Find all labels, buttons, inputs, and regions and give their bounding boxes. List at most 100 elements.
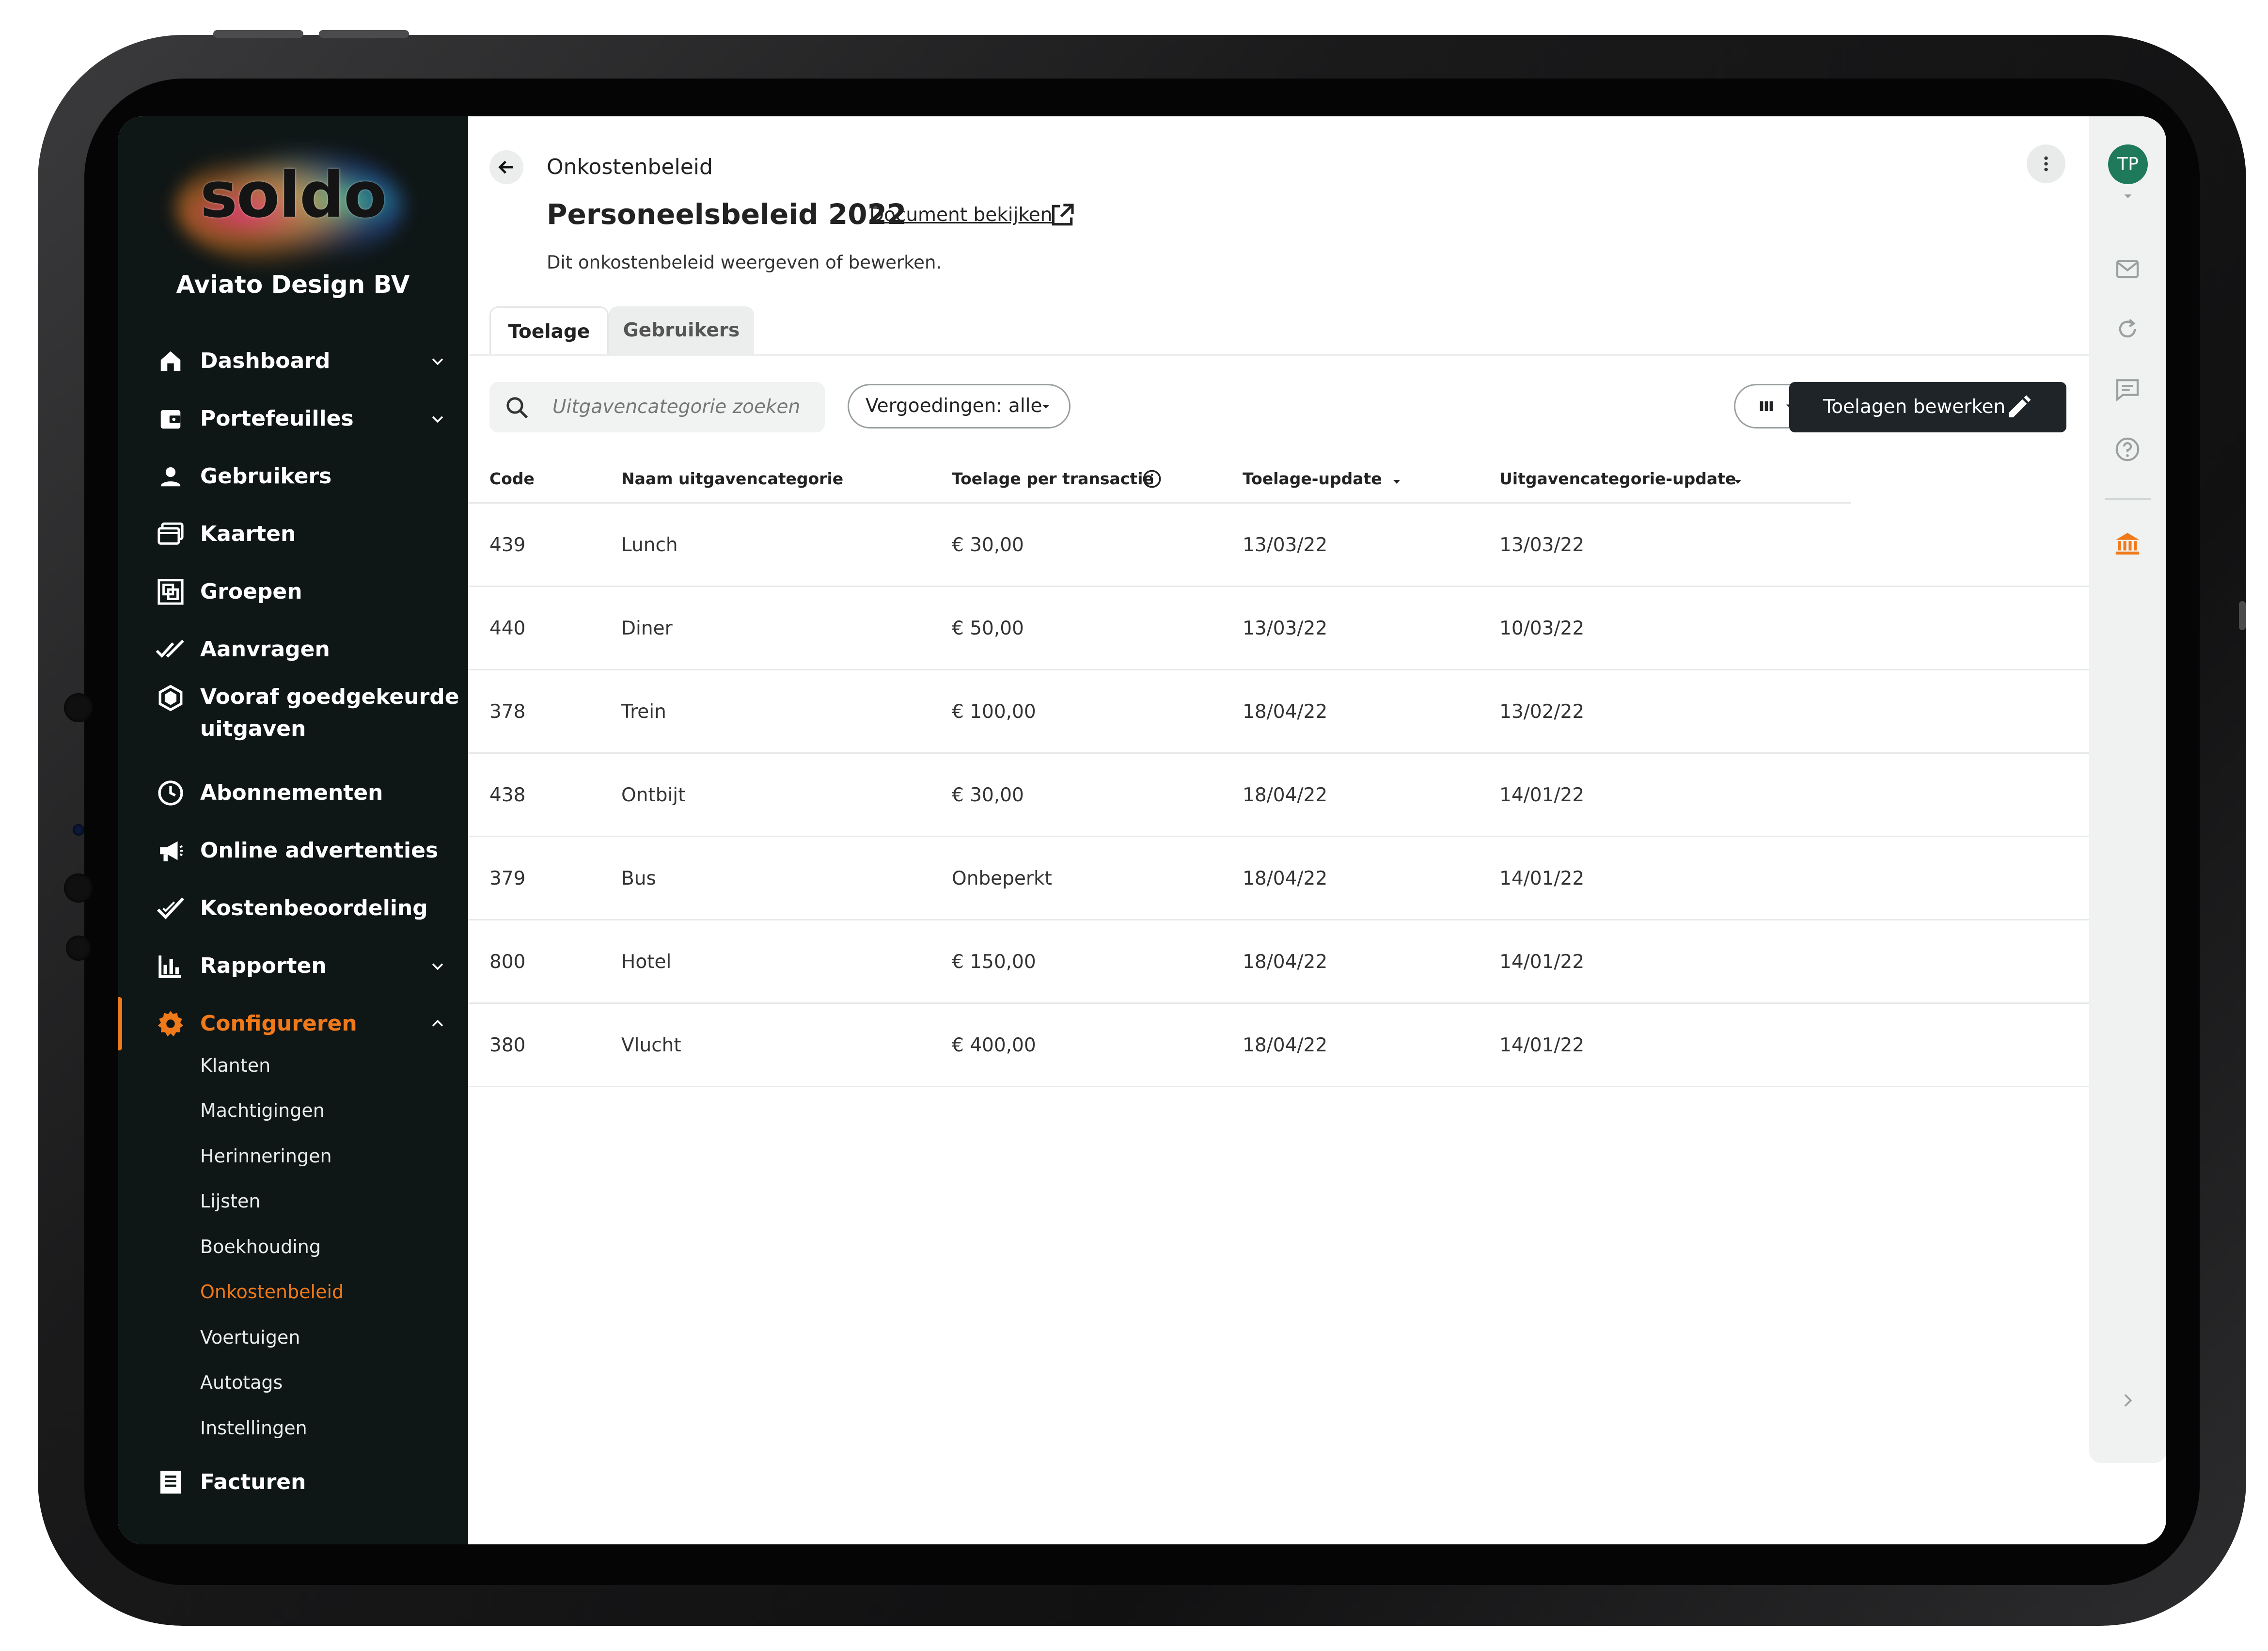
column-header-category-update[interactable]: Uitgavencategorie-update <box>1499 456 1736 502</box>
sidebar-item-abonnementen[interactable]: Abonnementen <box>118 769 468 817</box>
chevron-right-icon[interactable] <box>2112 1385 2142 1415</box>
avatar[interactable]: TP <box>2108 144 2148 184</box>
table-row[interactable]: 439 Lunch € 30,00 13/03/22 13/03/22 <box>468 504 2089 587</box>
bank-icon[interactable] <box>2112 528 2142 558</box>
user-icon <box>156 461 186 492</box>
cell-category-name: Ontbijt <box>621 784 686 806</box>
table-row[interactable]: 800 Hotel € 150,00 18/04/22 14/01/22 <box>468 921 2089 1004</box>
sidebar-item-groepen[interactable]: Groepen <box>118 568 468 616</box>
filter-label: Vergoedingen: alle <box>866 395 1042 417</box>
wallet-icon <box>156 404 186 434</box>
column-header-code: Code <box>489 469 535 488</box>
cell-allowance-update: 18/04/22 <box>1243 868 1328 889</box>
column-header-allowance-update[interactable]: Toelage-update <box>1243 456 1382 502</box>
sidebar-item-kaarten[interactable]: Kaarten <box>118 510 468 558</box>
sub-item-autotags[interactable]: Autotags <box>200 1368 283 1397</box>
cell-category-update: 14/01/22 <box>1499 868 1585 889</box>
allowance-filter-dropdown[interactable]: Vergoedingen: alle <box>848 384 1071 429</box>
help-icon[interactable] <box>2112 434 2142 464</box>
sub-item-instellingen[interactable]: Instellingen <box>200 1413 307 1443</box>
sidebar-item-label: Configureren <box>200 1011 357 1036</box>
document-link[interactable]: Document bekijken <box>869 200 1052 231</box>
info-icon[interactable] <box>1142 469 1162 489</box>
camera-dot <box>64 693 93 722</box>
search-input[interactable]: Uitgavencategorie zoeken <box>489 382 825 432</box>
sidebar-item-dashboard[interactable]: Dashboard <box>118 337 468 385</box>
organization-name: Aviato Design BV <box>176 270 410 299</box>
sub-item-onkostenbeleid[interactable]: Onkostenbeleid <box>200 1277 344 1306</box>
more-options-button[interactable] <box>2027 144 2065 183</box>
breadcrumb[interactable]: Onkostenbeleid <box>547 150 713 184</box>
sidebar-item-kostenbeoordeling[interactable]: Kostenbeoordeling <box>118 884 468 933</box>
sidebar-item-rapporten[interactable]: Rapporten <box>118 942 468 990</box>
power-button <box>2239 601 2246 630</box>
home-icon <box>156 346 186 376</box>
bar-chart-icon <box>156 951 186 981</box>
invoice-icon <box>156 1467 186 1497</box>
sidebar-item-vooraf-goedgekeurde-uitgaven[interactable]: Vooraf goedgekeurde uitgaven <box>118 681 468 749</box>
tab-divider <box>468 354 2089 356</box>
table-row[interactable]: 440 Diner € 50,00 13/03/22 10/03/22 <box>468 587 2089 670</box>
mail-icon[interactable] <box>2112 254 2142 284</box>
sub-item-boekhouding[interactable]: Boekhouding <box>200 1232 321 1261</box>
cell-allowance-update: 13/03/22 <box>1243 534 1328 556</box>
cell-category-name: Lunch <box>621 534 678 556</box>
sidebar-item-label: Gebruikers <box>200 464 332 489</box>
sort-caret-icon[interactable] <box>1391 476 1402 488</box>
sidebar-item-label: Kostenbeoordeling <box>200 896 428 921</box>
chevron-down-icon[interactable] <box>2121 189 2135 204</box>
table-header: Code Naam uitgavencategorie Toelage per … <box>468 456 1851 502</box>
cell-category-update: 14/01/22 <box>1499 951 1585 973</box>
back-button[interactable] <box>489 150 523 184</box>
more-vertical-icon <box>2044 156 2048 172</box>
sidebar-item-configureren[interactable]: Configureren <box>118 1000 468 1048</box>
refresh-icon[interactable] <box>2112 314 2142 344</box>
table-row[interactable]: 380 Vlucht € 400,00 18/04/22 14/01/22 <box>468 1004 2089 1087</box>
sort-caret-icon[interactable] <box>1732 476 1744 488</box>
chevron-down-icon[interactable] <box>428 956 447 976</box>
cell-code: 380 <box>489 1034 526 1056</box>
table-row[interactable]: 438 Ontbijt € 30,00 18/04/22 14/01/22 <box>468 754 2089 837</box>
volume-up-button <box>213 30 303 38</box>
check-icon <box>156 893 186 923</box>
cell-allowance-update: 18/04/22 <box>1243 951 1328 973</box>
cell-code: 379 <box>489 868 526 889</box>
cell-code: 440 <box>489 618 526 639</box>
chevron-down-icon[interactable] <box>428 351 447 371</box>
sidebar-item-portefeuilles[interactable]: Portefeuilles <box>118 395 468 443</box>
cell-allowance: € 150,00 <box>952 951 1036 973</box>
chat-icon[interactable] <box>2112 374 2142 404</box>
chevron-up-icon[interactable] <box>428 1014 447 1033</box>
sub-item-klanten[interactable]: Klanten <box>200 1051 270 1080</box>
shield-icon <box>156 683 186 713</box>
logo[interactable]: soldo <box>118 158 468 232</box>
cell-allowance-update: 18/04/22 <box>1243 784 1328 806</box>
tab-toelage[interactable]: Toelage <box>489 306 609 356</box>
sub-item-lijsten[interactable]: Lijsten <box>200 1187 260 1216</box>
cell-category-update: 13/03/22 <box>1499 534 1585 556</box>
sub-item-machtigingen[interactable]: Machtigingen <box>200 1096 325 1125</box>
sub-item-herinneringen[interactable]: Herinneringen <box>200 1142 332 1171</box>
cell-allowance: Onbeperkt <box>952 868 1052 889</box>
edit-allowances-button[interactable]: Toelagen bewerken <box>1789 382 2066 432</box>
search-placeholder: Uitgavencategorie zoeken <box>552 396 801 418</box>
tab-gebruikers[interactable]: Gebruikers <box>609 306 754 355</box>
cell-allowance: € 400,00 <box>952 1034 1036 1056</box>
sidebar-item-aanvragen[interactable]: Aanvragen <box>118 625 468 674</box>
sub-item-voertuigen[interactable]: Voertuigen <box>200 1323 300 1352</box>
external-link-icon[interactable] <box>1049 202 1076 229</box>
sidebar-item-label: Online advertenties <box>200 838 439 863</box>
camera-dot <box>64 873 93 903</box>
chevron-down-icon[interactable] <box>428 409 447 429</box>
main-content: Onkostenbeleid Personeelsbeleid 2022 Doc… <box>468 116 2089 1544</box>
cell-category-name: Bus <box>621 868 656 889</box>
sidebar-item-online-advertenties[interactable]: Online advertenties <box>118 826 468 875</box>
page-title: Personeelsbeleid 2022 <box>547 198 907 231</box>
table-row[interactable]: 378 Trein € 100,00 18/04/22 13/02/22 <box>468 670 2089 754</box>
cell-category-update: 10/03/22 <box>1499 618 1585 639</box>
cell-category-update: 14/01/22 <box>1499 1034 1585 1056</box>
cell-code: 438 <box>489 784 526 806</box>
table-row[interactable]: 379 Bus Onbeperkt 18/04/22 14/01/22 <box>468 837 2089 921</box>
sidebar-item-facturen[interactable]: Facturen <box>118 1458 468 1507</box>
sidebar-item-gebruikers[interactable]: Gebruikers <box>118 452 468 501</box>
